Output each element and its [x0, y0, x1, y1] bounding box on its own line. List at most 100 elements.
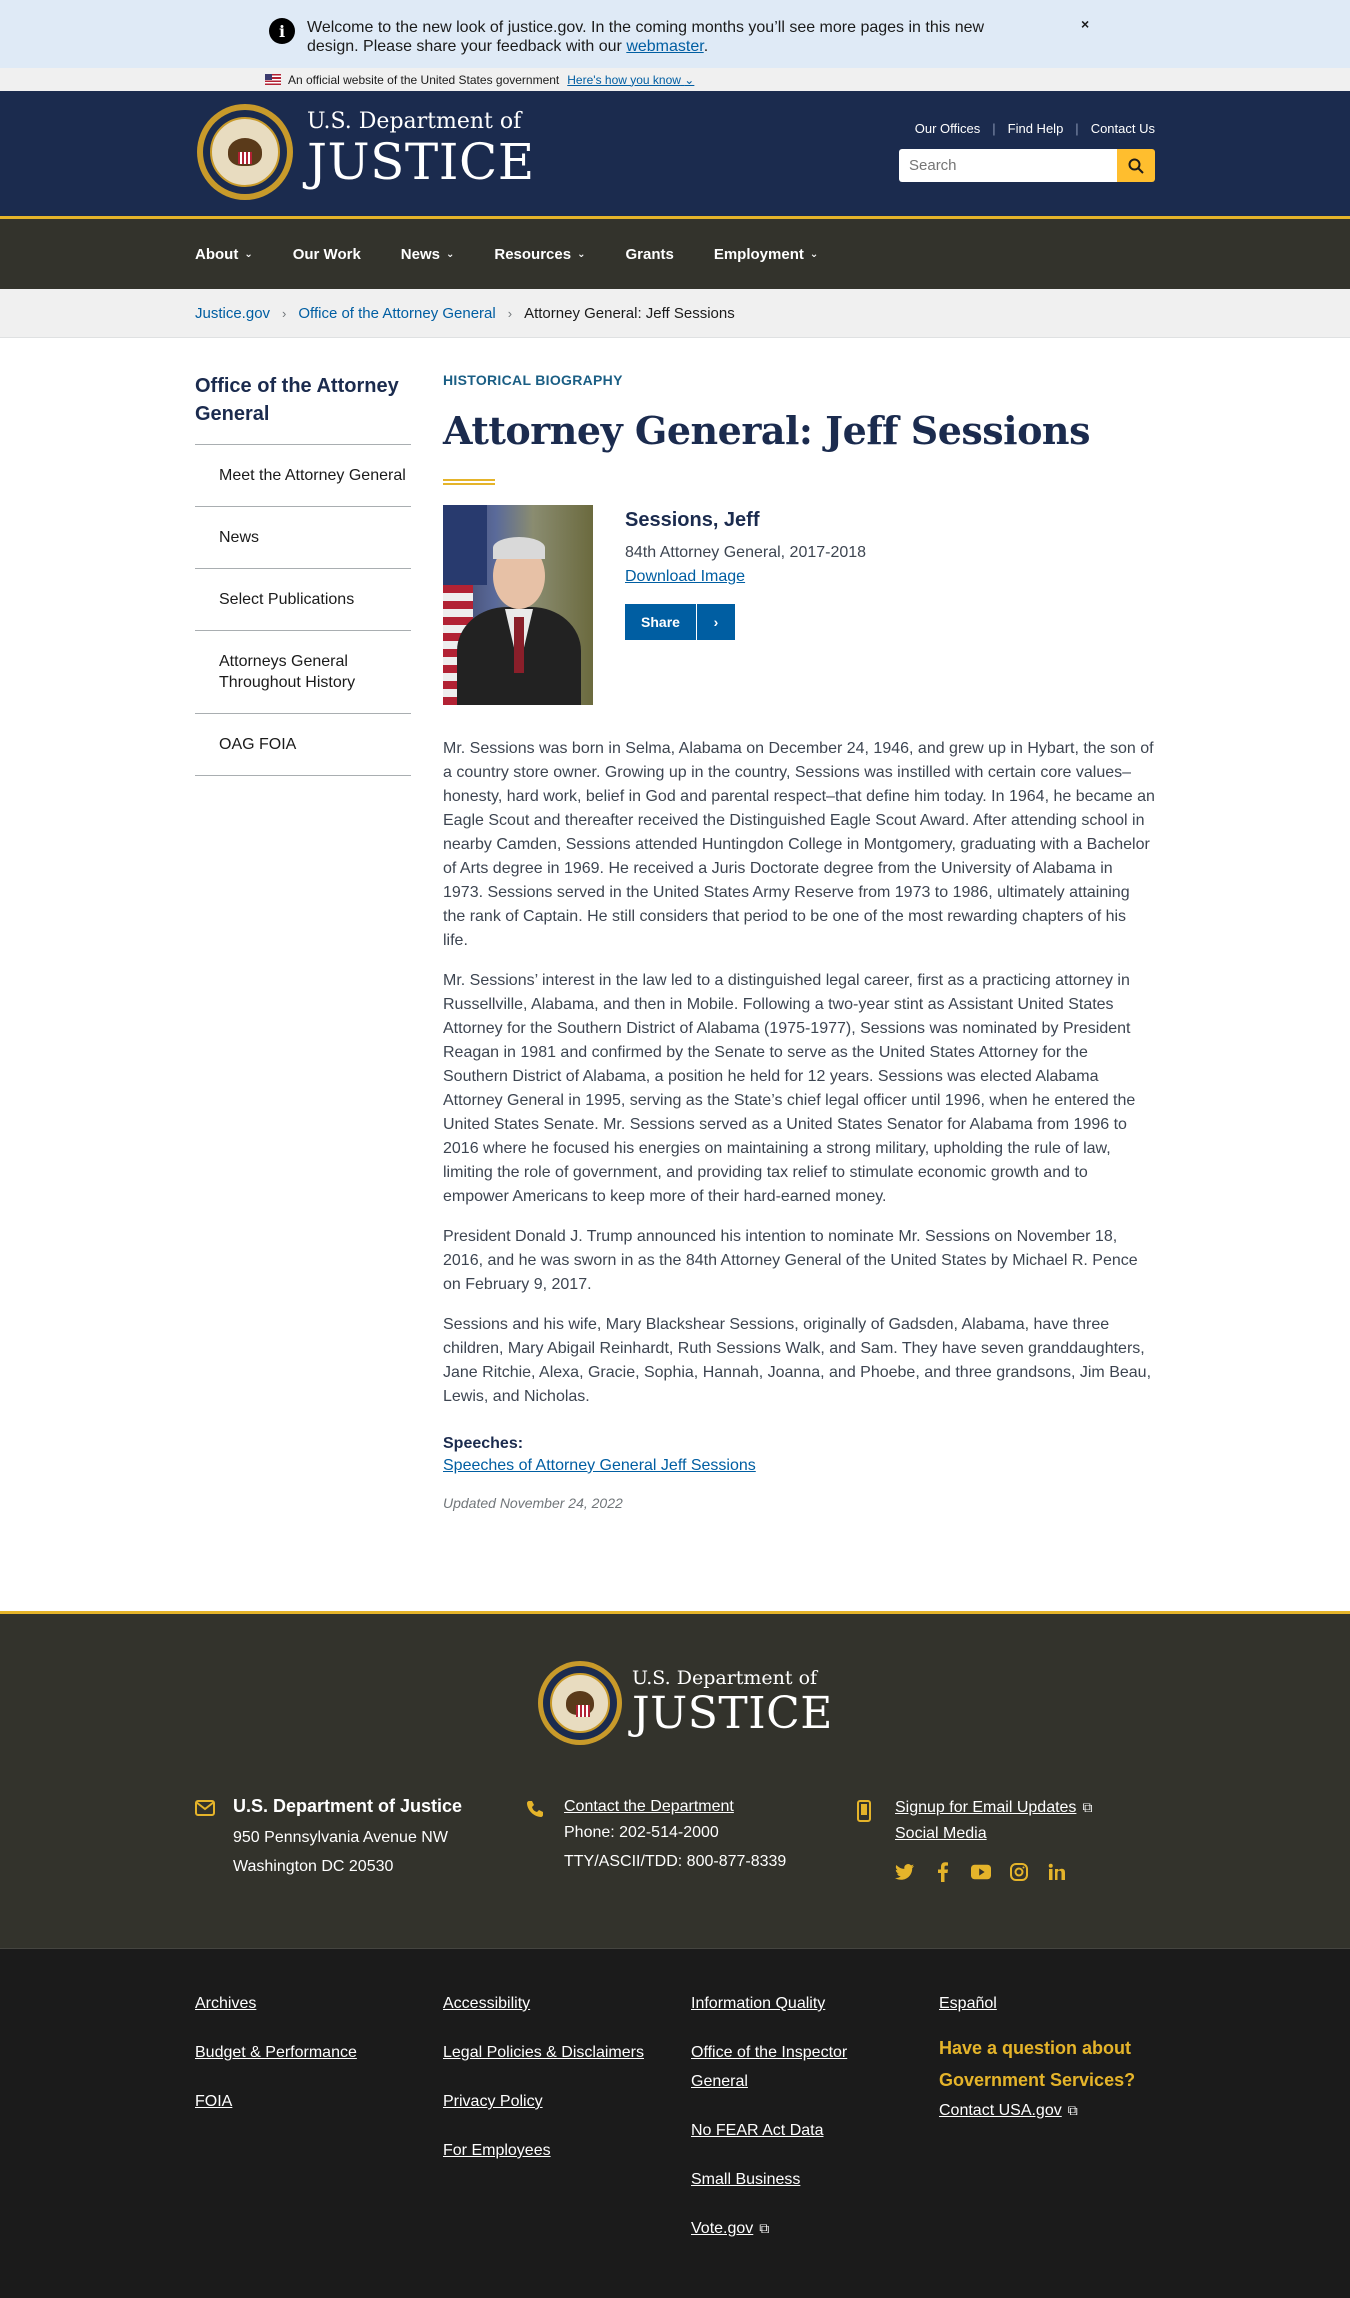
logo-top-text: U.S. Department of: [307, 109, 522, 134]
information-quality-link[interactable]: Information Quality: [691, 1989, 881, 2018]
separator: |: [992, 121, 996, 136]
search-icon: [1128, 158, 1144, 174]
mail-icon: [195, 1800, 215, 1816]
doj-seal-logo[interactable]: [197, 104, 293, 200]
facebook-icon[interactable]: [933, 1862, 953, 1882]
footer-col-2: Accessibility Legal Policies & Disclaime…: [443, 1989, 663, 2185]
nav-item-label: News: [400, 245, 440, 263]
budget-performance-link[interactable]: Budget & Performance: [195, 2038, 415, 2067]
nav-item-employment[interactable]: Employment ⌄: [714, 246, 818, 263]
us-flag-icon: [265, 74, 281, 85]
footer-col-1: Archives Budget & Performance FOIA: [195, 1989, 415, 2136]
foia-link[interactable]: FOIA: [195, 2087, 415, 2116]
person-role: 84th Attorney General, 2017-2018: [625, 544, 867, 561]
vote-gov-link[interactable]: Vote.gov ⧉: [691, 2214, 881, 2243]
biography-article: HISTORICAL BIOGRAPHY Attorney General: J…: [443, 372, 1155, 1511]
logo-big-text: JUSTICE: [632, 1688, 833, 1739]
chevron-right-icon: ›: [282, 306, 287, 321]
footer-col-4: Español Have a question about Government…: [939, 1989, 1159, 2145]
footer-connect: Signup for Email Updates ⧉ Social Media: [857, 1796, 1092, 1882]
no-fear-act-link[interactable]: No FEAR Act Data: [691, 2116, 881, 2145]
external-link-icon: ⧉: [1067, 2102, 1078, 2118]
legal-policies-link[interactable]: Legal Policies & Disclaimers: [443, 2038, 663, 2067]
external-link-icon: ⧉: [1082, 1799, 1093, 1815]
portrait-image: [443, 505, 593, 705]
find-help-link[interactable]: Find Help: [1008, 121, 1064, 136]
alert-message: Welcome to the new look of justice.gov. …: [307, 18, 1027, 56]
chevron-down-icon: ⌄: [244, 248, 253, 260]
accessibility-link[interactable]: Accessibility: [443, 1989, 663, 2018]
sidebar-title[interactable]: Office of the Attorney General: [195, 372, 411, 445]
address-line-1: 950 Pennsylvania Avenue NW: [233, 1829, 448, 1846]
tty-number: TTY/ASCII/TDD: 800-877-8339: [564, 1853, 787, 1870]
chevron-down-icon: ⌄: [809, 248, 819, 260]
updated-date: Updated November 24, 2022: [443, 1495, 623, 1511]
gov-banner-text: An official website of the United States…: [288, 72, 560, 87]
footer-contact: Contact the Department Phone: 202-514-20…: [527, 1796, 787, 1876]
breadcrumb-oag[interactable]: Office of the Attorney General: [298, 305, 495, 322]
sidebar: Office of the Attorney General Meet the …: [195, 372, 411, 776]
chevron-down-icon: ⌄: [445, 248, 455, 260]
espanol-link[interactable]: Español: [939, 1989, 1159, 2018]
government-services-question: Have a question about Government Service…: [939, 2038, 1136, 2090]
site-logo-text[interactable]: U.S. Department of JUSTICE: [307, 109, 535, 190]
sidebar-item-history[interactable]: Attorneys General Throughout History: [195, 631, 411, 714]
search-button[interactable]: [1117, 149, 1155, 182]
sidebar-item-meet-ag[interactable]: Meet the Attorney General: [195, 445, 411, 507]
logo-big-text: JUSTICE: [307, 133, 535, 191]
main-content-area: Office of the Attorney General Meet the …: [0, 338, 1350, 1611]
contact-us-link[interactable]: Contact Us: [1091, 121, 1155, 136]
eyebrow-label: HISTORICAL BIOGRAPHY: [443, 372, 623, 388]
nav-item-news[interactable]: News ⌄: [401, 246, 455, 263]
linkedin-icon[interactable]: [1047, 1862, 1067, 1882]
alert-period: .: [703, 38, 709, 55]
social-media-link[interactable]: Social Media: [895, 1819, 1092, 1848]
archives-link[interactable]: Archives: [195, 1989, 415, 2018]
twitter-icon[interactable]: [895, 1862, 915, 1882]
email-updates-label: Signup for Email Updates: [895, 1799, 1077, 1816]
email-updates-link[interactable]: Signup for Email Updates ⧉: [895, 1796, 1092, 1819]
youtube-icon[interactable]: [971, 1862, 991, 1882]
page-title: Attorney General: Jeff Sessions: [443, 408, 1090, 453]
breadcrumb-home[interactable]: Justice.gov: [195, 305, 270, 322]
title-divider: [443, 479, 495, 485]
sidebar-item-publications[interactable]: Select Publications: [195, 569, 411, 631]
for-employees-link[interactable]: For Employees: [443, 2136, 663, 2165]
contact-department-link[interactable]: Contact the Department: [564, 1796, 786, 1818]
bio-paragraph: Mr. Sessions’ interest in the law led to…: [443, 972, 1136, 1205]
eagle-icon: [566, 1691, 594, 1717]
search-form: [899, 149, 1155, 182]
speeches-heading: Speeches:: [443, 1435, 524, 1452]
gov-banner: An official website of the United States…: [0, 68, 1350, 91]
webmaster-link[interactable]: webmaster: [626, 38, 703, 55]
bio-card-info: Sessions, Jeff 84th Attorney General, 20…: [625, 505, 866, 705]
sidebar-item-oag-foia[interactable]: OAG FOIA: [195, 714, 411, 776]
sidebar-item-news[interactable]: News: [195, 507, 411, 569]
instagram-icon[interactable]: [1009, 1862, 1029, 1882]
chevron-down-icon: ⌄: [577, 248, 586, 260]
our-offices-link[interactable]: Our Offices: [915, 121, 981, 136]
nav-item-our-work[interactable]: Our Work: [293, 246, 361, 263]
share-button[interactable]: Share ›: [625, 604, 735, 640]
footer-address: U.S. Department of Justice 950 Pennsylva…: [195, 1796, 462, 1881]
bio-paragraph: President Donald J. Trump announced his …: [443, 1228, 1138, 1293]
footer-logo-text: U.S. Department of JUSTICE: [632, 1667, 833, 1739]
privacy-policy-link[interactable]: Privacy Policy: [443, 2087, 663, 2116]
speeches-link[interactable]: Speeches of Attorney General Jeff Sessio…: [443, 1457, 756, 1475]
header-utility-links: Our Offices | Find Help | Contact Us: [915, 121, 1155, 136]
small-business-link[interactable]: Small Business: [691, 2165, 881, 2194]
nav-item-about[interactable]: About ⌄: [195, 246, 253, 263]
nav-item-resources[interactable]: Resources ⌄: [494, 246, 585, 263]
search-input[interactable]: [899, 149, 1117, 182]
nav-item-grants[interactable]: Grants: [625, 246, 673, 263]
eagle-icon: [228, 138, 262, 166]
inspector-general-link[interactable]: Office of the Inspector General: [691, 2038, 881, 2096]
mobile-phone-icon: [857, 1800, 871, 1822]
how-you-know-toggle[interactable]: Here's how you know ⌄: [567, 73, 694, 87]
download-image-link[interactable]: Download Image: [625, 568, 745, 586]
breadcrumb: Justice.gov › Office of the Attorney Gen…: [0, 289, 1350, 338]
contact-usa-gov-link[interactable]: Contact USA.gov ⧉: [939, 2096, 1159, 2125]
close-icon[interactable]: ×: [1081, 16, 1089, 32]
nav-item-label: Our Work: [292, 245, 361, 263]
nav-item-label: Resources: [494, 245, 572, 263]
